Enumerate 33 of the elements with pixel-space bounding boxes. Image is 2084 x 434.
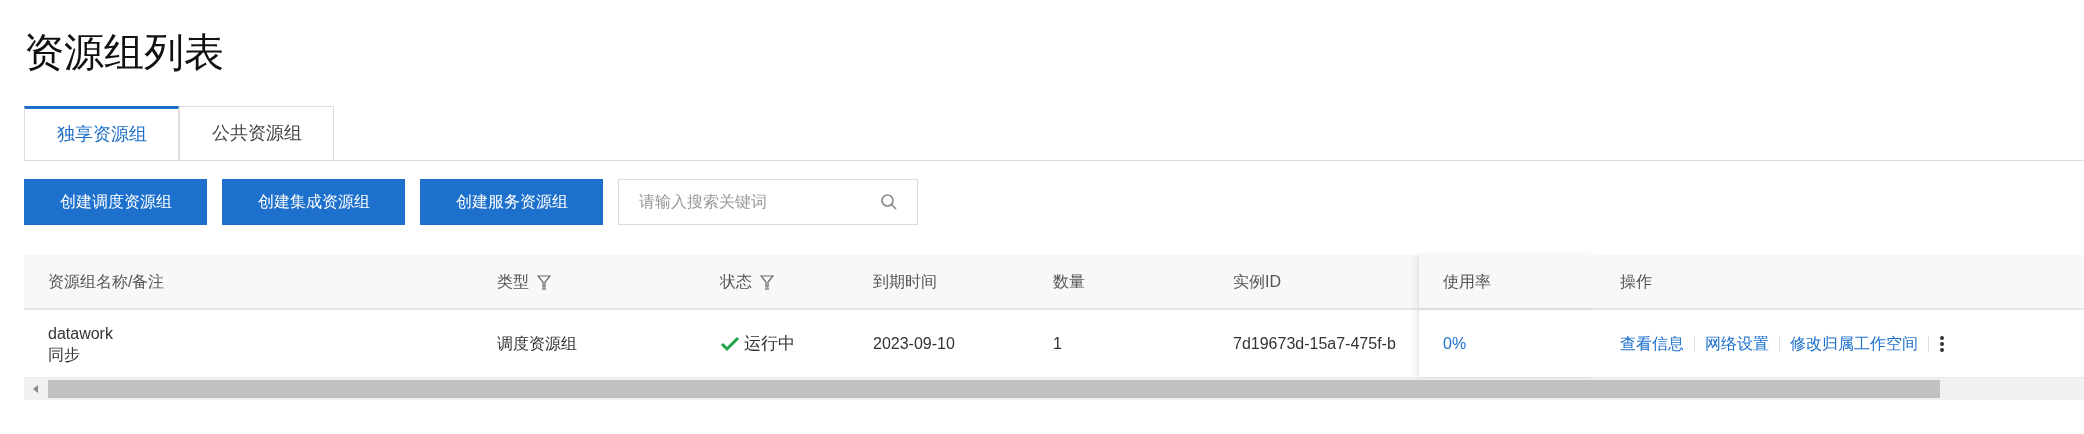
horizontal-scrollbar[interactable] bbox=[24, 378, 2084, 400]
create-button[interactable]: 创建集成资源组 bbox=[222, 179, 405, 225]
column-header: 资源组名称/备注 bbox=[48, 271, 165, 292]
search-field[interactable]: 请输入搜索关键词 bbox=[618, 179, 918, 225]
filter-icon[interactable] bbox=[760, 273, 774, 290]
tab[interactable]: 公共资源组 bbox=[179, 106, 334, 160]
table-cell: 2023-09-10 bbox=[873, 334, 955, 352]
column-header: 到期时间 bbox=[873, 271, 937, 292]
page-title: 资源组列表 bbox=[24, 29, 225, 76]
table-cell: 7d19673d-15a7-475f-b bbox=[1233, 334, 1396, 352]
column-header: 实例ID bbox=[1233, 271, 1281, 292]
resource-group-note: 同步 bbox=[48, 344, 81, 365]
column-header: 类型 bbox=[497, 271, 529, 292]
check-icon bbox=[720, 335, 740, 352]
column-header: 数量 bbox=[1053, 271, 1085, 292]
table-cell: 1 bbox=[1053, 334, 1062, 352]
column-header: 操作 bbox=[1620, 271, 1652, 292]
resource-group-name: datawork bbox=[48, 323, 114, 344]
filter-icon[interactable] bbox=[537, 273, 551, 290]
action-link[interactable]: 查看信息 bbox=[1620, 331, 1684, 356]
status-text: 运行中 bbox=[744, 332, 795, 355]
create-button[interactable]: 创建调度资源组 bbox=[24, 179, 207, 225]
usage-link[interactable]: 0% bbox=[1443, 331, 1467, 356]
table-cell: 调度资源组 bbox=[497, 334, 577, 352]
column-header: 使用率 bbox=[1443, 271, 1491, 292]
action-link[interactable]: 修改归属工作空间 bbox=[1790, 331, 1918, 356]
scrollbar-thumb[interactable] bbox=[48, 380, 1940, 398]
column-header: 状态 bbox=[720, 271, 752, 292]
tab[interactable]: 独享资源组 bbox=[24, 106, 179, 160]
create-button[interactable]: 创建服务资源组 bbox=[420, 179, 603, 225]
action-link[interactable]: 网络设置 bbox=[1705, 331, 1769, 356]
more-icon[interactable] bbox=[1939, 334, 1945, 353]
search-icon[interactable] bbox=[880, 193, 898, 211]
